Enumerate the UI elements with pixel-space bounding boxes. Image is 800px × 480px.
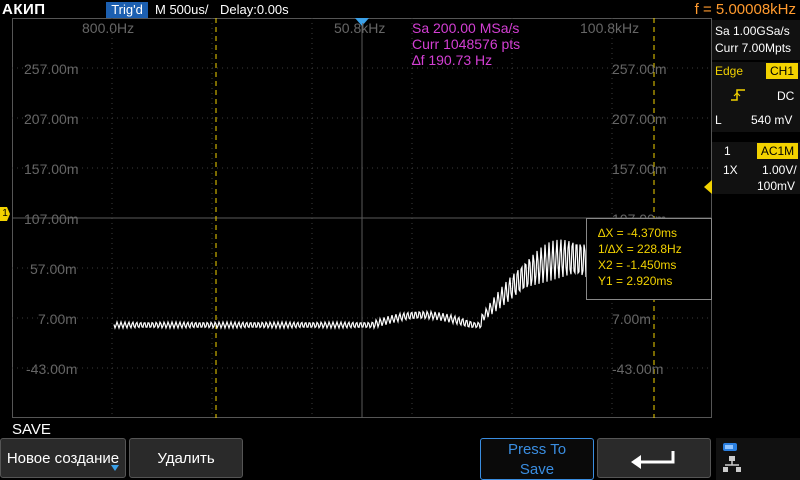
y-label-left-1: 207.00m xyxy=(24,111,79,127)
trigger-status-badge: Trig'd xyxy=(106,2,148,18)
trigger-level-value: 540 mV xyxy=(751,113,793,127)
new-create-button[interactable]: Новое создание xyxy=(0,438,126,478)
y-label-right-1: 207.00m xyxy=(612,111,667,127)
cursor-y1: Y1 = 2.920ms xyxy=(598,274,673,288)
trigger-source-badge: CH1 xyxy=(766,63,798,79)
fft-x-label-center: 50.8kHz xyxy=(334,20,386,36)
frequency-readout: f = 5.00008kHz xyxy=(694,1,796,18)
channel-volts-div: 1.00V/ xyxy=(762,163,797,177)
cursor-measurement-box: ∆X = -4.370ms 1/∆X = 228.8Hz X2 = -1.450… xyxy=(586,218,712,300)
channel-coupling-badge: AC1M xyxy=(757,143,798,159)
new-create-label: Новое создание xyxy=(6,450,120,467)
fft-x-label-end: 100.8kHz xyxy=(580,20,640,36)
menu-title: SAVE xyxy=(12,421,51,438)
fft-delta-f: ∆f 190.73 Hz xyxy=(412,52,493,68)
return-arrow-icon xyxy=(631,451,675,470)
delete-button[interactable]: Удалить xyxy=(129,438,243,478)
brand-logo: АКИП xyxy=(2,1,46,18)
trigger-level-label: L xyxy=(715,113,722,127)
channel-number: 1 xyxy=(724,144,731,158)
return-button[interactable] xyxy=(597,438,711,478)
network-icon xyxy=(723,443,741,472)
y-label-left-6: -43.00m xyxy=(26,361,78,377)
delay-readout: Delay:0.00s xyxy=(220,2,289,17)
trigger-coupling: DC xyxy=(777,89,795,103)
cursor-inverse-delta-x: 1/∆X = 228.8Hz xyxy=(598,242,682,256)
trigger-type-label: Edge xyxy=(715,64,744,78)
acquisition-sample-rate: Sa 1.00GSa/s xyxy=(715,24,790,38)
y-label-left-2: 157.00m xyxy=(24,161,79,177)
y-label-left-0: 257.00m xyxy=(24,61,79,77)
y-label-right-6: -43.00m xyxy=(612,361,664,377)
y-label-left-4: 57.00m xyxy=(30,261,77,277)
press-to-save-button[interactable]: Press To Save xyxy=(480,438,594,480)
channel-1-marker[interactable]: 1 xyxy=(0,207,10,221)
y-label-left-3: 107.00m xyxy=(24,211,79,227)
cursor-x2: X2 = -1.450ms xyxy=(598,258,677,272)
channel-offset: 100mV xyxy=(757,179,796,193)
acquisition-memory-depth: Curr 7.00Mpts xyxy=(715,41,792,55)
rising-edge-icon xyxy=(731,88,745,101)
channel-probe: 1X xyxy=(723,163,738,177)
timebase-readout: M 500us/ xyxy=(155,2,209,17)
press-to-save-line2: Save xyxy=(519,461,555,478)
y-label-right-5: 7.00m xyxy=(612,311,651,327)
y-label-right-2: 157.00m xyxy=(612,161,667,177)
knob-indicator-icon xyxy=(111,458,119,471)
fft-current-points: Curr 1048576 pts xyxy=(412,36,521,52)
cursor-delta-x: ∆X = -4.370ms xyxy=(598,226,678,240)
y-label-left-5: 7.00m xyxy=(38,311,77,327)
press-to-save-line1: Press To xyxy=(507,441,567,458)
fft-x-label-start: 800.0Hz xyxy=(82,20,135,36)
fft-sample-rate: Sa 200.00 MSa/s xyxy=(412,20,520,36)
y-label-right-0: 257.00m xyxy=(612,61,667,77)
delete-label: Удалить xyxy=(157,450,215,467)
network-status[interactable] xyxy=(716,438,800,480)
